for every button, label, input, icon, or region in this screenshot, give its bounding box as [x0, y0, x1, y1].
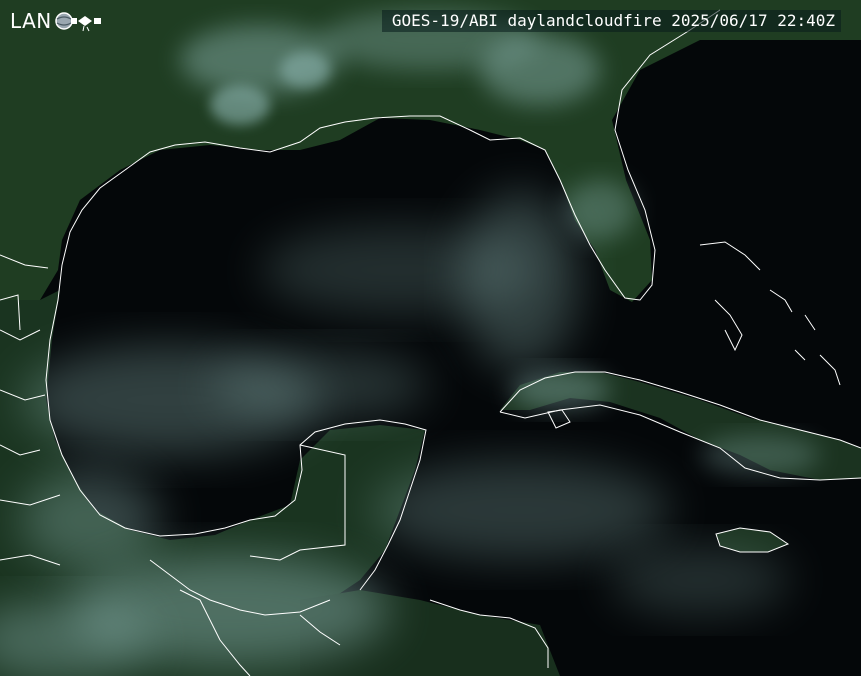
logo-text: LAN — [10, 9, 52, 33]
image-caption: GOES-19/ABI daylandcloudfire 2025/06/17 … — [381, 10, 841, 32]
lance-logo: LAN — [10, 9, 102, 33]
satellite-image — [0, 0, 861, 676]
globe-satellite-icon — [55, 12, 101, 32]
